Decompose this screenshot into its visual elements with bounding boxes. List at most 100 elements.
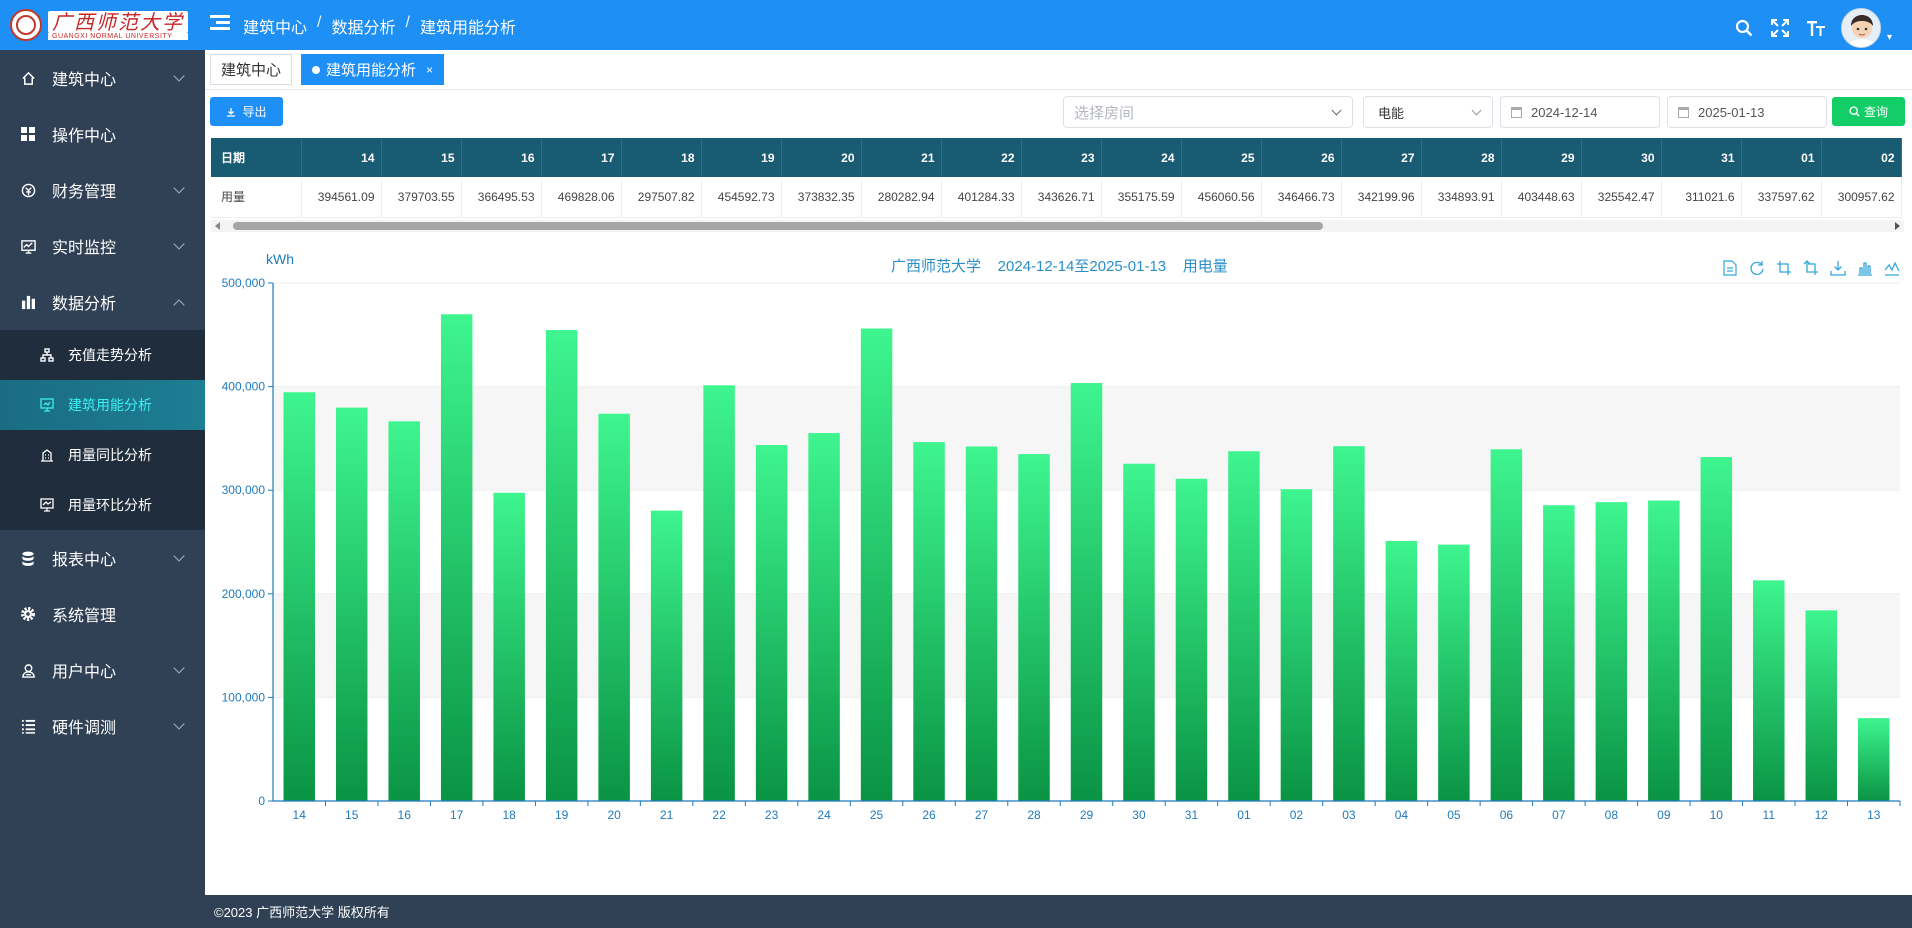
fullscreen-icon[interactable] <box>1769 17 1791 39</box>
scroll-left-arrow-icon[interactable] <box>215 222 220 230</box>
tags-view: 建筑中心 建筑用能分析 × <box>205 50 1912 90</box>
table-cell-value: 401284.33 <box>941 177 1022 218</box>
chart-bar <box>1228 451 1260 801</box>
table-cell-value: 300957.62 <box>1821 177 1902 218</box>
start-date-input[interactable]: 2024-12-14 <box>1500 96 1660 128</box>
chart-bar <box>1700 457 1733 801</box>
x-tick-label: 19 <box>555 808 569 822</box>
chart-bar <box>388 421 420 801</box>
x-tick-label: 20 <box>607 808 621 822</box>
user-dropdown-caret-icon[interactable]: ▾ <box>1887 32 1892 43</box>
x-tick-label: 04 <box>1395 808 1409 822</box>
university-logo[interactable]: 广西师范大学 GUANGXI NORMAL UNIVERSITY <box>10 6 190 44</box>
scroll-right-arrow-icon[interactable] <box>1895 222 1900 230</box>
scrollbar-thumb[interactable] <box>233 222 1323 230</box>
room-select[interactable]: 选择房间 <box>1063 96 1353 128</box>
chart-plot-area: 0 100,000 200,000 300,000 400,000 500,000 14 15… <box>222 276 1901 822</box>
table-header-date-label: 日期 <box>211 138 302 177</box>
footer: ©2023 广西师范大学 版权所有 <box>205 895 1912 928</box>
table-cell-value: 325542.47 <box>1581 177 1662 218</box>
table-cell-value: 311021.6 <box>1661 177 1742 218</box>
sidebar-item-building-energy[interactable]: 建筑用能分析 <box>0 380 205 430</box>
chart-bar <box>1280 489 1313 801</box>
search-icon[interactable] <box>1733 17 1755 39</box>
chart-bar <box>1753 580 1785 801</box>
chevron-down-icon <box>173 662 185 674</box>
table-cell-value: 394561.09 <box>301 177 382 218</box>
download-icon <box>227 107 236 117</box>
active-dot-icon <box>312 65 320 74</box>
x-tick-label: 13 <box>1867 808 1881 822</box>
breadcrumb-item: 建筑用能分析 <box>419 20 516 37</box>
data-analysis-submenu: 充值走势分析 建筑用能分析 用量同比分析 用量环比分析 <box>0 330 205 530</box>
table-cell-value: 280282.94 <box>861 177 942 218</box>
sidebar-item-system-management[interactable]: 系统管理 <box>0 586 205 642</box>
grid-icon <box>20 126 36 142</box>
table-header-date: 18 <box>621 138 702 177</box>
chart-bar <box>913 442 945 801</box>
chart-bar <box>1333 446 1365 801</box>
table-horizontal-scrollbar[interactable] <box>211 220 1904 232</box>
table-row-label: 用量 <box>211 177 302 218</box>
monitor-icon <box>20 238 36 254</box>
table-header-date: 22 <box>941 138 1022 177</box>
chart-bar <box>965 446 998 801</box>
sidebar-item-hardware-debug[interactable]: 硬件调测 <box>0 698 205 754</box>
user-avatar[interactable] <box>1840 8 1881 48</box>
x-tick-label: 25 <box>870 808 884 822</box>
tag-building-energy[interactable]: 建筑用能分析 × <box>301 54 445 85</box>
chart-bar <box>1543 505 1575 801</box>
x-tick-label: 03 <box>1342 808 1356 822</box>
x-tick-label: 12 <box>1815 808 1829 822</box>
filter-toolbar: 导出 选择房间 电能 2024-12-14 2025-01-13 查询 <box>205 90 1912 136</box>
table-header-row: 日期 14 15 16 17 18 19 20 21 22 23 24 25 26 27 28 29 30 31 01… <box>211 138 1902 177</box>
chart-bar <box>1858 718 1890 801</box>
query-button[interactable]: 查询 <box>1832 97 1905 126</box>
x-tick-label: 18 <box>502 808 516 822</box>
user-icon <box>20 662 36 678</box>
breadcrumb-separator: / <box>317 14 322 31</box>
chart-bar <box>335 407 368 801</box>
x-tick-label: 02 <box>1290 808 1304 822</box>
table-cell-value: 355175.59 <box>1101 177 1182 218</box>
x-tick-label: 11 <box>1763 808 1776 822</box>
table-cell-value: 454592.73 <box>701 177 782 218</box>
bar-chart-icon <box>20 294 36 310</box>
table-header-date: 24 <box>1101 138 1182 177</box>
chevron-down-icon <box>173 718 185 730</box>
breadcrumb-item[interactable]: 数据分析 <box>331 14 395 38</box>
x-tick-label: 16 <box>398 808 412 822</box>
calendar-icon <box>1678 107 1689 118</box>
chart-bar <box>703 385 735 801</box>
chart-bar <box>545 330 578 801</box>
sidebar-item-operation-center[interactable]: 操作中心 <box>0 106 205 162</box>
sidebar-item-yoy-analysis[interactable]: 用量同比分析 <box>0 430 205 480</box>
chart-bar <box>1123 463 1155 801</box>
sidebar-item-recharge-trend[interactable]: 充值走势分析 <box>0 330 205 380</box>
university-seal-icon <box>10 9 42 41</box>
sidebar-item-report-center[interactable]: 报表中心 <box>0 530 205 586</box>
close-icon[interactable]: × <box>426 63 433 77</box>
sidebar-toggle-icon[interactable] <box>210 15 230 33</box>
x-tick-label: 07 <box>1552 808 1566 822</box>
end-date-input[interactable]: 2025-01-13 <box>1667 96 1827 128</box>
export-button[interactable]: 导出 <box>210 97 283 126</box>
sidebar-item-finance[interactable]: 财务管理 <box>0 162 205 218</box>
sidebar-item-user-center[interactable]: 用户中心 <box>0 642 205 698</box>
sidebar-item-mom-analysis[interactable]: 用量环比分析 <box>0 480 205 530</box>
sidebar-item-data-analysis[interactable]: 数据分析 <box>0 274 205 330</box>
font-size-icon[interactable] <box>1805 17 1827 39</box>
x-tick-label: 24 <box>817 808 831 822</box>
chart-bar <box>440 314 473 801</box>
sidebar-item-realtime-monitor[interactable]: 实时监控 <box>0 218 205 274</box>
chart-bar <box>1648 500 1680 801</box>
tag-building-center[interactable]: 建筑中心 <box>210 54 293 85</box>
sidebar-item-building-center[interactable]: 建筑中心 <box>0 50 205 106</box>
table-header-date: 15 <box>381 138 462 177</box>
database-icon <box>20 550 36 566</box>
chevron-down-icon <box>173 550 185 562</box>
chart-bar <box>1490 449 1523 801</box>
breadcrumb-item[interactable]: 建筑中心 <box>243 14 307 38</box>
energy-type-select[interactable]: 电能 <box>1363 96 1493 128</box>
table-cell-value: 403448.63 <box>1501 177 1582 218</box>
